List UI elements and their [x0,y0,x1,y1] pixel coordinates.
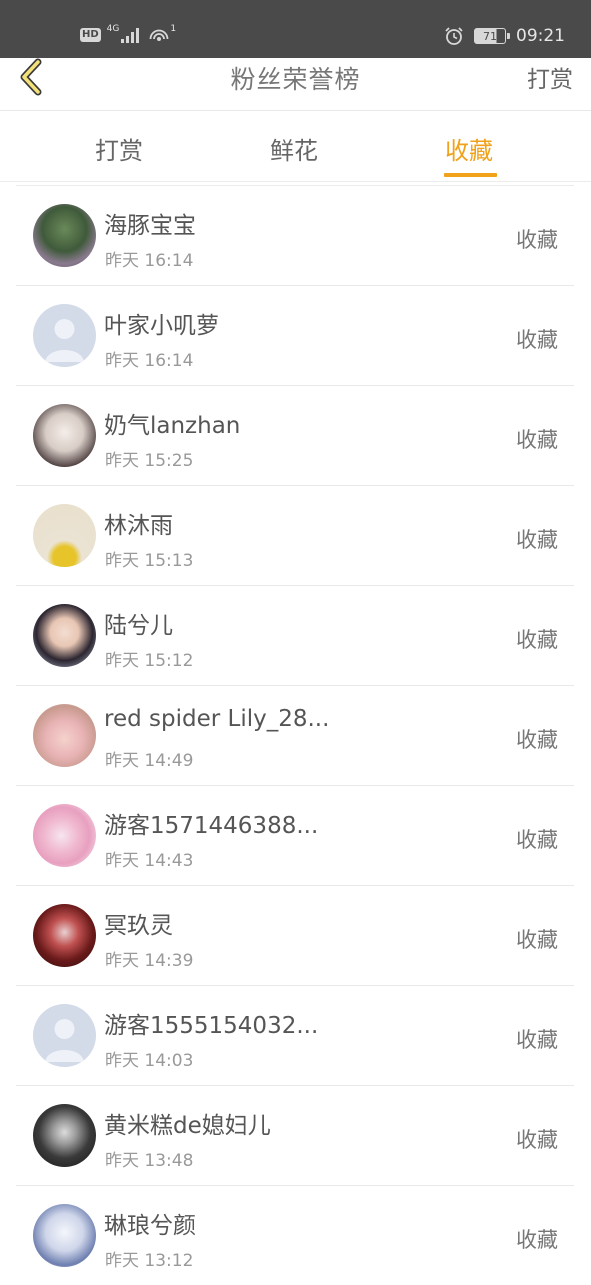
avatar [33,704,96,767]
action-label: 收藏 [516,728,558,752]
timestamp: 昨天 14:03 [105,1051,194,1071]
tab-reward[interactable]: 打赏 [95,131,143,166]
list-item[interactable]: 游客1571446388... 昨天 14:43 收藏 [16,786,574,886]
tab-favorites[interactable]: 收藏 [445,131,493,166]
list-item[interactable]: 奶气lanzhan 昨天 15:25 收藏 [16,386,574,486]
list-item[interactable]: 陆兮儿 昨天 15:12 收藏 [16,586,574,686]
avatar [33,904,96,967]
list-item[interactable]: 游客1555154032... 昨天 14:03 收藏 [16,986,574,1086]
list-item[interactable]: 琳琅兮颜 昨天 13:12 收藏 [16,1186,574,1285]
list-item[interactable]: 黄米糕de媳妇儿 昨天 13:48 收藏 [16,1086,574,1186]
action-label: 收藏 [516,928,558,952]
user-name: 黄米糕de媳妇儿 [104,1113,271,1139]
avatar [33,1104,96,1167]
user-name: red spider Lily_28... [104,706,330,732]
user-name: 游客1555154032... [104,1013,319,1039]
signal-label: 4G [106,24,120,34]
timestamp: 昨天 15:25 [105,451,194,471]
fan-list: 海豚宝宝 昨天 16:14 收藏 叶家小叽萝 昨天 16:14 收藏 奶气lan… [16,185,574,1285]
avatar [33,404,96,467]
user-name: 陆兮儿 [104,613,173,639]
timestamp: 昨天 13:48 [105,1151,194,1171]
user-name: 叶家小叽萝 [104,313,219,339]
signal-bars-icon [121,28,140,43]
list-item[interactable]: red spider Lily_28... 昨天 14:49 收藏 [16,686,574,786]
avatar [33,1004,96,1067]
action-label: 收藏 [516,1128,558,1152]
hd-badge: HD [80,28,101,42]
timestamp: 昨天 15:12 [105,651,194,671]
action-label: 收藏 [516,1028,558,1052]
battery-level: 71 [483,29,497,43]
header: 粉丝荣誉榜 打赏 [0,58,591,111]
hotspot-count: 1 [170,24,177,34]
tab-bar: 打赏 鲜花 收藏 [0,111,591,182]
reward-button[interactable]: 打赏 [527,60,573,94]
timestamp: 昨天 15:13 [105,551,194,571]
user-name: 冥玖灵 [104,913,173,939]
avatar [33,204,96,267]
list-item[interactable]: 林沐雨 昨天 15:13 收藏 [16,486,574,586]
active-tab-indicator [444,173,497,177]
timestamp: 昨天 13:12 [105,1251,194,1271]
action-label: 收藏 [516,228,558,252]
avatar [33,604,96,667]
avatar [33,304,96,367]
timestamp: 昨天 16:14 [105,351,194,371]
default-avatar-icon [45,319,84,362]
action-label: 收藏 [516,528,558,552]
status-left-icons: HD 4G 1 [80,24,176,46]
timestamp: 昨天 14:39 [105,951,194,971]
default-avatar-icon [45,1019,84,1062]
action-label: 收藏 [516,828,558,852]
avatar [33,804,96,867]
timestamp: 昨天 14:49 [105,751,194,771]
list-item[interactable]: 冥玖灵 昨天 14:39 收藏 [16,886,574,986]
tab-flowers[interactable]: 鲜花 [270,131,318,166]
user-name: 琳琅兮颜 [104,1213,196,1239]
action-label: 收藏 [516,328,558,352]
list-item[interactable]: 叶家小叽萝 昨天 16:14 收藏 [16,286,574,386]
action-label: 收藏 [516,1228,558,1252]
timestamp: 昨天 14:43 [105,851,194,871]
user-name: 游客1571446388... [104,813,319,839]
status-time: 09:21 [516,26,565,46]
battery-icon: 71 [474,28,510,44]
action-label: 收藏 [516,628,558,652]
page-title: 粉丝荣誉榜 [230,65,361,94]
user-name: 海豚宝宝 [104,213,196,239]
status-bar: HD 4G 1 71 09:21 [0,0,591,58]
action-label: 收藏 [516,428,558,452]
list-item[interactable]: 海豚宝宝 昨天 16:14 收藏 [16,186,574,286]
avatar [33,1204,96,1267]
timestamp: 昨天 16:14 [105,251,194,271]
user-name: 奶气lanzhan [104,413,241,439]
avatar [33,504,96,567]
user-name: 林沐雨 [104,513,173,539]
alarm-icon [445,27,463,45]
hotspot-icon [149,29,169,41]
status-right-icons: 71 09:21 [444,24,565,48]
